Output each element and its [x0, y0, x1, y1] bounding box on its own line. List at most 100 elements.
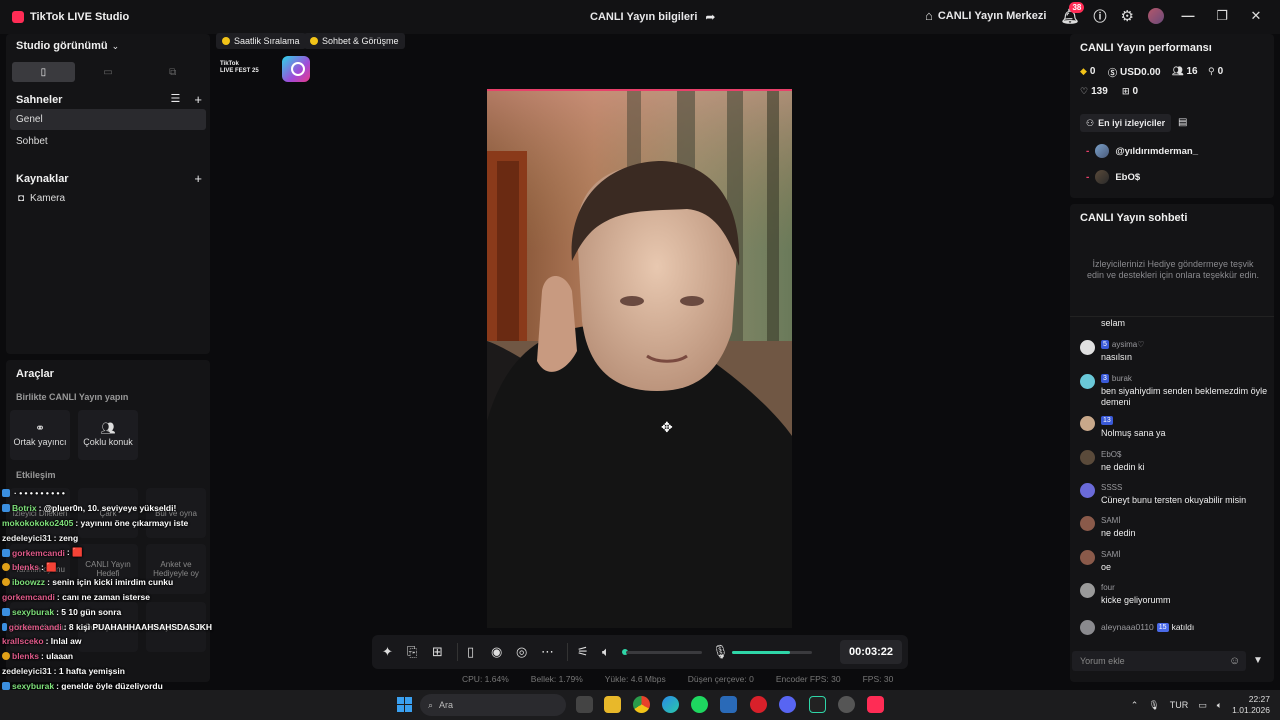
emoji-icon[interactable]: ☺	[1229, 655, 1240, 667]
overlay-chat-text: : 🟥	[40, 561, 57, 572]
filter-icon[interactable]: ▼	[1253, 655, 1263, 666]
live-fest-banner[interactable]: TikTok LIVE FEST 25	[220, 56, 312, 82]
help-icon[interactable]: ⓘ	[1094, 6, 1107, 25]
overlay-chat-line: iboowzz: senin için kicki imirdim cunku	[0, 575, 212, 590]
goal-label: Saatlik Sıralama	[234, 36, 300, 46]
speaker-volume-slider[interactable]	[626, 651, 702, 654]
system-tray: ⌃ 🎙︎ TUR ▭ 🔈︎ 22:27 1.01.2026	[1131, 694, 1270, 716]
viewers-stat: 👥︎ 16	[1172, 66, 1198, 77]
scenes-title: Sahneler	[16, 93, 63, 106]
add-media-icon[interactable]: ⊞	[432, 644, 443, 660]
phone-portrait-icon: ▯	[40, 66, 47, 78]
tools-title: Araçlar	[16, 368, 54, 380]
add-scene-plus-icon[interactable]: +	[194, 92, 202, 107]
multiguest-label: Çoklu konuk	[83, 437, 133, 447]
list-doc-icon[interactable]: ▤	[1178, 117, 1187, 128]
overlay-chat-user: sexyburak	[12, 606, 55, 617]
scene-item-sohbet[interactable]: Sohbet	[10, 131, 206, 152]
stat-value: USD0.00	[1120, 67, 1161, 78]
chat-call-chip[interactable]: Sohbet & Görüşme	[304, 33, 405, 49]
live-center-button[interactable]: ⌂ CANLI Yayın Merkezi	[925, 8, 1046, 23]
language-indicator[interactable]: TUR	[1170, 700, 1189, 710]
monitor-icon[interactable]: ▭	[1198, 700, 1207, 711]
taskbar-search-label: Ara	[439, 700, 454, 710]
live-chat-panel: CANLI Yayın sohbeti İzleyicilerinizi Hed…	[1070, 204, 1274, 682]
cohost-button[interactable]: ⚭ Ortak yayıncı	[10, 410, 70, 460]
phone-icon[interactable]: ▯	[467, 644, 474, 660]
studio-view-dropdown[interactable]: Studio görünümü ⌄	[16, 40, 119, 52]
taskbar-clock[interactable]: 22:27 1.01.2026	[1232, 694, 1270, 716]
dollar-icon: Ⓢ	[1108, 68, 1118, 78]
app-icon[interactable]	[838, 696, 855, 713]
chat-message[interactable]: four kicke geliyorumm	[1080, 581, 1270, 611]
overlay-chat-feed: · • • • • • • • • • Botrix: @pluer0n, 10.…	[0, 486, 212, 720]
live-info-button[interactable]: CANLI Yayın bilgileri ➦	[590, 10, 715, 24]
adjust-sliders-icon[interactable]: ⚟	[577, 644, 589, 660]
top-viewer-item[interactable]: - @yıldırımderman_	[1086, 144, 1198, 158]
tiktok-studio-taskbar-icon[interactable]	[809, 696, 826, 713]
overlay-chat-text: : yayınını öne çıkarmayı iste	[75, 517, 189, 528]
discord-icon[interactable]	[779, 696, 796, 713]
chat-text: ne dedin ki	[1101, 462, 1145, 472]
spotify-icon[interactable]	[691, 696, 708, 713]
list-icon[interactable]: ☰	[171, 92, 181, 107]
profile-avatar[interactable]	[1148, 7, 1164, 24]
source-item-camera[interactable]: ◘ Kamera	[18, 193, 65, 204]
magic-wand-icon[interactable]: ✦	[382, 644, 393, 660]
gifters-stat: ⊞ 0	[1122, 86, 1138, 97]
usd-stat: Ⓢ USD0.00	[1108, 66, 1161, 79]
chat-message[interactable]: SAMİ ne dedin	[1080, 514, 1270, 544]
taskbar-search[interactable]: ⌕ Ara	[420, 694, 566, 716]
chat-text: oe	[1101, 562, 1112, 572]
chevron-down-icon: ⌄	[111, 40, 120, 51]
effects-icon[interactable]: ⎘	[407, 644, 417, 660]
tiktok-taskbar-icon[interactable]	[867, 696, 884, 713]
chrome-icon[interactable]	[633, 696, 650, 713]
stream-timer: 00:03:22	[840, 640, 902, 664]
hourly-ranking-chip[interactable]: Saatlik Sıralama	[216, 33, 306, 49]
chat-text: ne dedin	[1101, 528, 1136, 538]
add-source-plus-icon[interactable]: +	[194, 171, 202, 186]
settings-gear-icon[interactable]: ⚙	[1121, 7, 1134, 25]
dual-screen-icon: ⧉	[169, 66, 177, 78]
chat-message[interactable]: 5 aysima♡ nasılsın	[1080, 338, 1270, 368]
microphone-icon[interactable]: 🎙︎	[712, 644, 729, 660]
camera-preview[interactable]	[487, 89, 792, 628]
source-label: Kamera	[30, 193, 66, 204]
dual-layout-button[interactable]: ⧉	[141, 62, 204, 82]
notifications-button[interactable]: 🔔︎ 38	[1060, 1, 1085, 25]
close-icon[interactable]: ✕	[1246, 8, 1266, 24]
minimize-icon[interactable]: —	[1178, 8, 1198, 23]
speaker-icon[interactable]: 🔈︎	[602, 644, 610, 660]
chat-message[interactable]: SSSS Cüneyt bunu tersten okuyabilir misin	[1080, 481, 1270, 511]
chat-message[interactable]: EbO$ ne dedin ki	[1080, 448, 1270, 478]
chat-message[interactable]: 3 burak ben siyahiydim senden beklemezdim …	[1080, 372, 1270, 407]
portrait-layout-button[interactable]: ▯	[12, 62, 75, 82]
volume-icon[interactable]: 🔈︎	[1217, 700, 1222, 711]
chat-message[interactable]: 13 Nolmuş sana ya	[1080, 414, 1270, 444]
file-explorer-icon[interactable]	[604, 696, 621, 713]
avatar	[1080, 583, 1095, 598]
multi-guest-button[interactable]: 👥︎ Çoklu konuk	[78, 410, 138, 460]
windows-start-icon[interactable]	[397, 697, 412, 712]
landscape-layout-button[interactable]: ▭	[77, 62, 140, 82]
chevron-up-icon[interactable]: ⌃	[1131, 700, 1139, 711]
comment-input[interactable]: Yorum ekle	[1072, 651, 1246, 671]
camera-switch-icon[interactable]: ◎	[516, 644, 527, 660]
top-viewer-item[interactable]: - EbO$	[1086, 170, 1140, 184]
chat-message[interactable]: SAMİ oe	[1080, 548, 1270, 578]
maximize-icon[interactable]: ❐	[1212, 8, 1232, 24]
move-cursor-icon: ✥	[661, 419, 673, 435]
steam-icon[interactable]	[720, 696, 737, 713]
task-view-icon[interactable]	[576, 696, 593, 713]
mic-volume-slider[interactable]	[732, 651, 812, 654]
record-icon[interactable]: ◉	[491, 644, 502, 660]
microphone-icon[interactable]: 🎙︎	[1148, 700, 1159, 711]
scene-item-genel[interactable]: Genel	[10, 109, 206, 130]
more-options-icon[interactable]: ⋯	[541, 644, 554, 660]
tab-top-viewers[interactable]: ⚇ En iyi izleyiciler	[1080, 114, 1172, 132]
avatar	[1080, 620, 1095, 635]
overlay-chat-line: gorkemcandi: 🟥	[0, 545, 212, 560]
edge-icon[interactable]	[662, 696, 679, 713]
opera-icon[interactable]	[750, 696, 767, 713]
